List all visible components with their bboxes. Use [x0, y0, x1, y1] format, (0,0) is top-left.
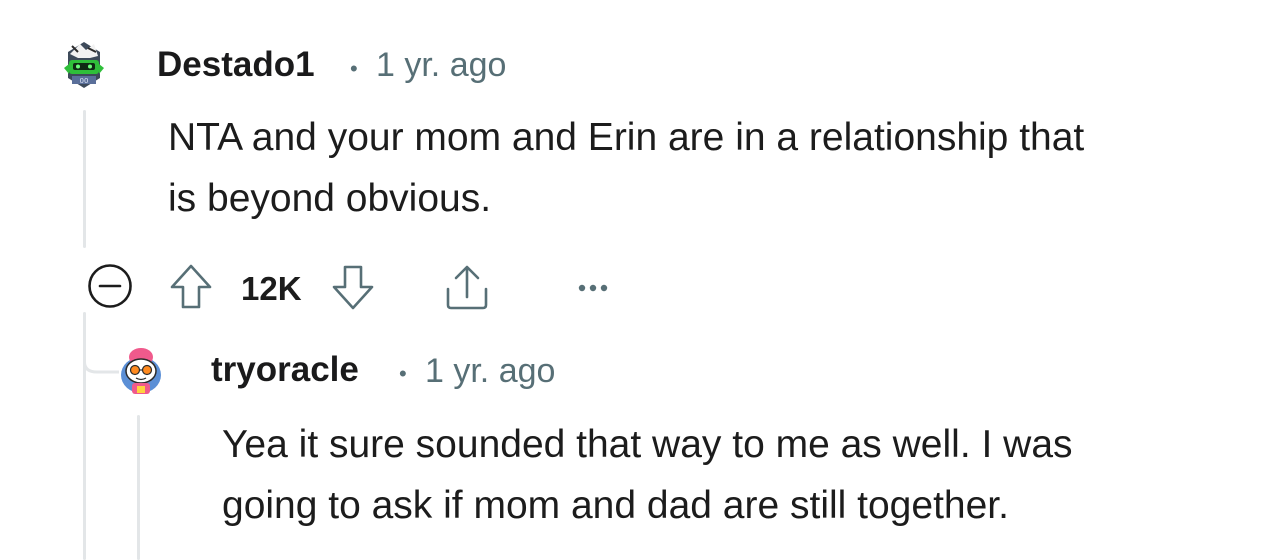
- reply-avatar[interactable]: [117, 345, 165, 395]
- reply-body-line-2: going to ask if mom and dad are still to…: [222, 484, 1009, 527]
- upvote-button[interactable]: [168, 263, 214, 311]
- thread-line-reply[interactable]: [137, 415, 140, 560]
- more-options-button[interactable]: [576, 278, 610, 298]
- upvote-arrow-icon: [170, 264, 212, 309]
- comment-body: NTA and your mom and Erin are in a relat…: [168, 107, 1268, 229]
- avatar-snoo-icon: [121, 348, 161, 394]
- downvote-button[interactable]: [330, 263, 376, 311]
- meta-separator: •: [350, 56, 358, 81]
- comment-author[interactable]: Destado1: [157, 45, 315, 85]
- thread-line-main[interactable]: [83, 110, 86, 248]
- more-options-icon: [578, 284, 608, 292]
- downvote-arrow-icon: [332, 265, 374, 310]
- reply-timestamp[interactable]: 1 yr. ago: [425, 352, 555, 391]
- share-button[interactable]: [443, 263, 491, 311]
- collapse-minus-icon: [88, 264, 132, 308]
- collapse-button[interactable]: [87, 263, 133, 309]
- comment-avatar[interactable]: 00: [60, 38, 108, 90]
- comment-body-line-2: is beyond obvious.: [168, 177, 492, 220]
- avatar-helmet-icon: 00: [64, 42, 104, 88]
- share-icon: [446, 265, 488, 310]
- reply-author[interactable]: tryoracle: [211, 350, 359, 390]
- comment-body-line-1: NTA and your mom and Erin are in a relat…: [168, 116, 1085, 159]
- svg-text:00: 00: [80, 77, 89, 85]
- comment-timestamp[interactable]: 1 yr. ago: [376, 46, 506, 85]
- vote-score: 12K: [241, 270, 302, 307]
- reply-body: Yea it sure sounded that way to me as we…: [222, 414, 1272, 536]
- reply-body-line-1: Yea it sure sounded that way to me as we…: [222, 423, 1073, 466]
- reply-meta-separator: •: [399, 361, 407, 386]
